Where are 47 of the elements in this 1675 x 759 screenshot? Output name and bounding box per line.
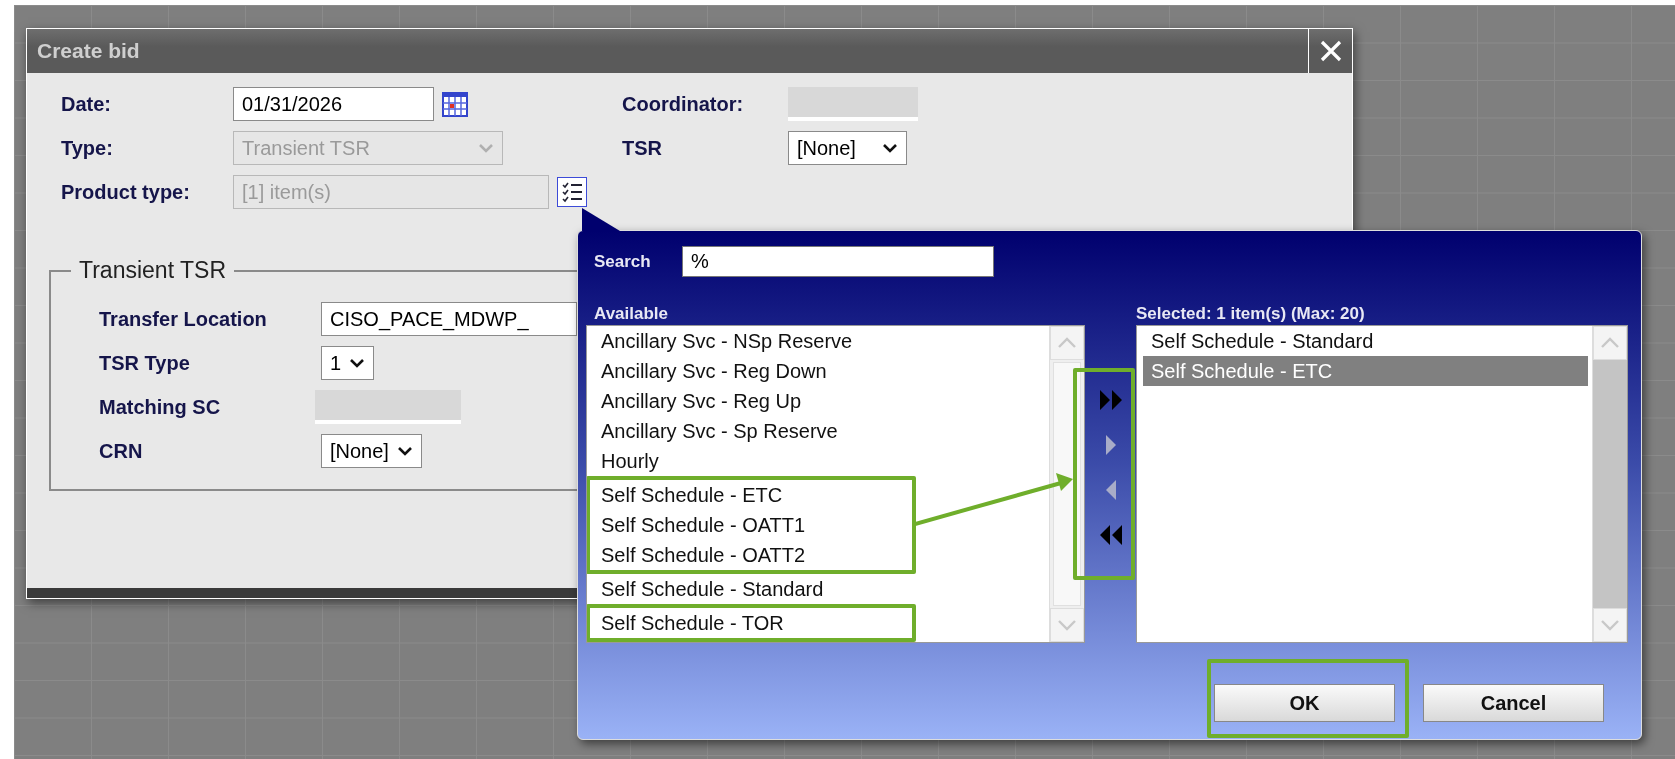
chevron-icon xyxy=(349,357,366,368)
list-item[interactable]: Ancillary Svc - Sp Reserve xyxy=(587,416,1049,446)
field-label: TSR xyxy=(622,136,663,161)
dialog-title: Create bid xyxy=(36,38,141,65)
chevron-icon xyxy=(478,143,494,153)
list-item[interactable]: Self Schedule - Standard xyxy=(587,574,1049,604)
dropdown[interactable]: 1 xyxy=(321,345,375,380)
list-item[interactable]: Hourly xyxy=(587,446,1049,476)
list-item[interactable]: Self Schedule - OATT2 xyxy=(590,540,912,570)
chevron-icon xyxy=(396,445,413,456)
list-box[interactable] xyxy=(586,325,1085,643)
dialog-button[interactable]: OK xyxy=(1214,684,1395,722)
list-item[interactable]: Self Schedule - OATT1 xyxy=(590,510,912,540)
list-label: Available xyxy=(594,303,670,325)
field-label: Product type: xyxy=(61,180,191,205)
checklist-icon xyxy=(561,181,583,203)
list-item[interactable]: Self Schedule - Standard xyxy=(1137,326,1592,356)
calendar-icon[interactable] xyxy=(442,91,468,117)
double-right-arrow-icon xyxy=(1097,388,1124,412)
dropdown[interactable]: [None] xyxy=(788,131,907,165)
field-label: Matching SC xyxy=(99,394,222,420)
list-item[interactable]: Ancillary Svc - NSp Reserve xyxy=(587,326,1049,356)
list-item[interactable]: Self Schedule - ETC xyxy=(1143,356,1588,386)
list-label: Selected: 1 item(s) (Max: 20) xyxy=(1136,303,1366,325)
search-label: Search xyxy=(594,250,652,273)
chevron-icon xyxy=(882,143,898,153)
close-icon xyxy=(1318,39,1343,63)
search-field[interactable]: % xyxy=(682,246,994,277)
field-label: Coordinator: xyxy=(622,92,745,117)
field-label: Date: xyxy=(61,92,112,117)
field-label: CRN xyxy=(99,438,144,464)
list-item[interactable]: Self Schedule - TOR xyxy=(590,608,912,638)
list-button[interactable] xyxy=(557,177,587,207)
dropdown[interactable]: [None] xyxy=(321,433,422,468)
list-item[interactable]: Ancillary Svc - Reg Down xyxy=(587,356,1049,386)
text-field[interactable]: CISO_PACE_MDWP_ xyxy=(321,301,577,336)
list-item[interactable]: Self Schedule - ETC xyxy=(590,480,912,510)
scrollbar[interactable] xyxy=(1592,326,1627,642)
date-field[interactable]: 01/31/2026 xyxy=(233,87,434,121)
field-label: Type: xyxy=(61,136,114,161)
list-item[interactable]: Ancillary Svc - Reg Up xyxy=(587,386,1049,416)
section-legend: Transient TSR xyxy=(71,256,234,286)
list-box[interactable]: Self Schedule - Standard Self Schedule - ETC xyxy=(1136,325,1628,643)
dialog-button[interactable]: Cancel xyxy=(1423,684,1604,722)
scrollbar[interactable] xyxy=(1049,326,1084,642)
field-label: TSR Type xyxy=(99,350,191,376)
field-label: Transfer Location xyxy=(99,306,268,332)
